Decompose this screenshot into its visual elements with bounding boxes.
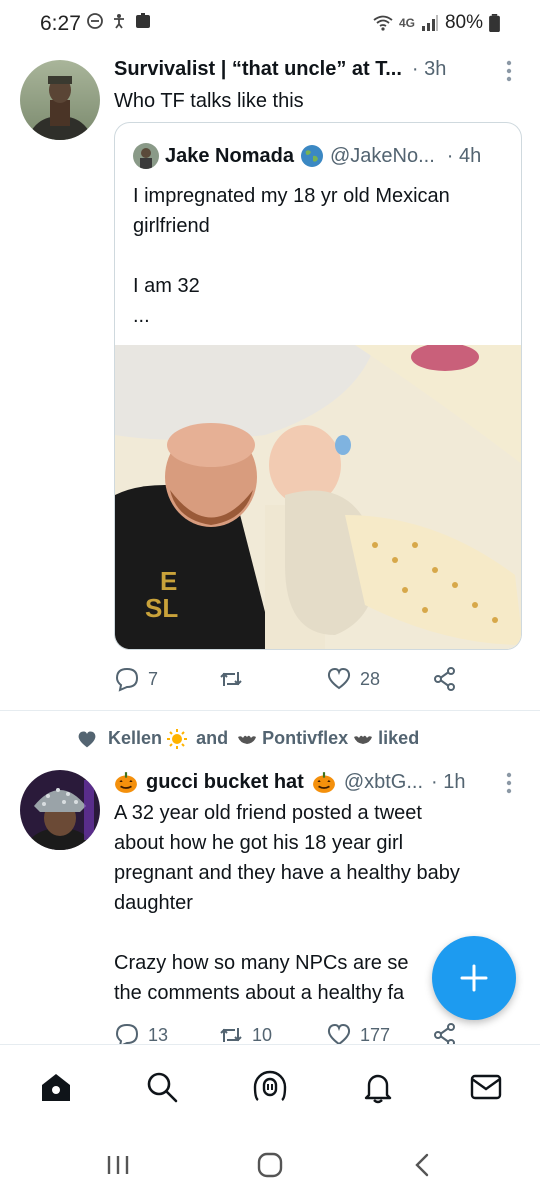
pumpkin-icon [115,772,137,793]
back-button[interactable] [402,1148,442,1182]
like-count: 28 [360,668,381,689]
quote-text: I impregnated my 18 yr old Mexican girlf… [133,181,513,331]
share-icon [434,667,455,691]
nav-spaces[interactable] [250,1067,290,1107]
plus-icon [460,964,488,992]
retweet-icon [220,672,242,686]
system-nav [0,1130,540,1200]
quote-line: ... [133,305,150,327]
author-handle: @xbtG... [343,770,424,793]
tweet-line: about how he got his 18 year girl [114,832,404,854]
pumpkin-icon [312,772,335,793]
share-button[interactable] [432,666,458,692]
like-count: 177 [360,1024,391,1045]
more-options-icon[interactable] [506,772,512,794]
signal-icon [421,15,438,31]
quote-avatar[interactable] [133,143,159,169]
quote-header: Jake Nomada @JakeNo... · 4h [133,143,481,169]
liker-name: Kellen [108,728,163,748]
tweet-header: Survivalist | “that uncle” at T... · 3h [114,58,446,81]
search-icon [147,1072,178,1103]
battery-icon [489,14,500,32]
status-bar: 6:27 4G 80% [0,0,540,46]
quote-line: girlfriend [133,215,210,237]
nav-search[interactable] [142,1067,182,1107]
avatar[interactable] [20,60,100,140]
reply-button[interactable]: 7 [114,666,158,692]
quote-line: I am 32 [133,275,200,297]
home-button[interactable] [250,1148,290,1182]
heart-icon [327,667,351,690]
nav-home[interactable] [36,1067,76,1107]
tweet-text: Who TF talks like this [114,90,304,112]
nav-notifications[interactable] [358,1067,398,1107]
messages-icon [470,1074,502,1100]
tweet-time: · 3h [411,58,447,80]
tweet-line: pregnant and they have a healthy baby [114,862,460,884]
author-name[interactable]: Survivalist | “that uncle” at T... [114,58,402,81]
liked-text: liked [378,728,420,748]
sun-icon [167,729,188,750]
more-options-icon[interactable] [506,60,512,82]
tweet-actions: 7 28 [114,666,514,696]
recents-icon [107,1156,129,1174]
compose-tweet-button[interactable] [432,936,516,1020]
tweet-1[interactable]: Survivalist | “that uncle” at T... · 3h … [0,46,540,710]
bat-icon [238,735,257,745]
home-icon [42,1074,70,1101]
status-time: 6:27 [40,12,81,35]
liker-name: Pontivflex [262,728,349,748]
recents-button[interactable] [98,1148,138,1182]
globe-icon [300,145,323,167]
quote-photo[interactable]: E SL [115,345,522,650]
back-icon [415,1153,429,1177]
retweet-count: 10 [252,1024,273,1045]
tweet-time: · 1h [431,770,466,793]
svg-text:SL: SL [145,593,178,623]
quote-author-name[interactable]: Jake Nomada [165,145,294,168]
home-button-icon [257,1152,283,1178]
bottom-nav [0,1044,540,1130]
and-text: and [196,728,229,748]
reply-icon [115,667,139,692]
svg-text:E: E [160,566,177,596]
quote-handle: @JakeNo... [329,144,435,167]
accessibility-icon [114,14,124,29]
avatar[interactable] [20,770,100,850]
quote-line [133,241,513,271]
tweet-header: gucci bucket hat @xbtG... · 1h [114,770,466,794]
bat-icon [354,735,373,745]
quoted-tweet[interactable]: Jake Nomada @JakeNo... · 4h I impregnate… [114,122,522,650]
tweet-line: A 32 year old friend posted a tweet [114,802,422,824]
tweet-divider [0,710,540,711]
notifications-icon [364,1074,392,1104]
social-context[interactable]: Kellen and Pontivflex liked [76,728,420,750]
network-label: 4G [398,16,415,30]
quote-time: · 4h [446,144,482,167]
reply-count: 7 [148,668,159,689]
heart-filled-icon [78,731,96,747]
like-button[interactable]: 28 [326,666,380,692]
dnd-icon [87,13,103,29]
quote-line: I impregnated my 18 yr old Mexican [133,185,450,207]
nav-messages[interactable] [466,1067,506,1107]
reply-count: 13 [148,1024,169,1045]
author-name[interactable]: gucci bucket hat [146,771,304,794]
wifi-icon [373,15,393,31]
tweet-line: daughter [114,892,193,914]
retweet-button[interactable] [218,666,252,692]
app-notification-icon [136,13,150,28]
spaces-icon [253,1070,287,1101]
battery-percent: 80% [444,12,483,33]
